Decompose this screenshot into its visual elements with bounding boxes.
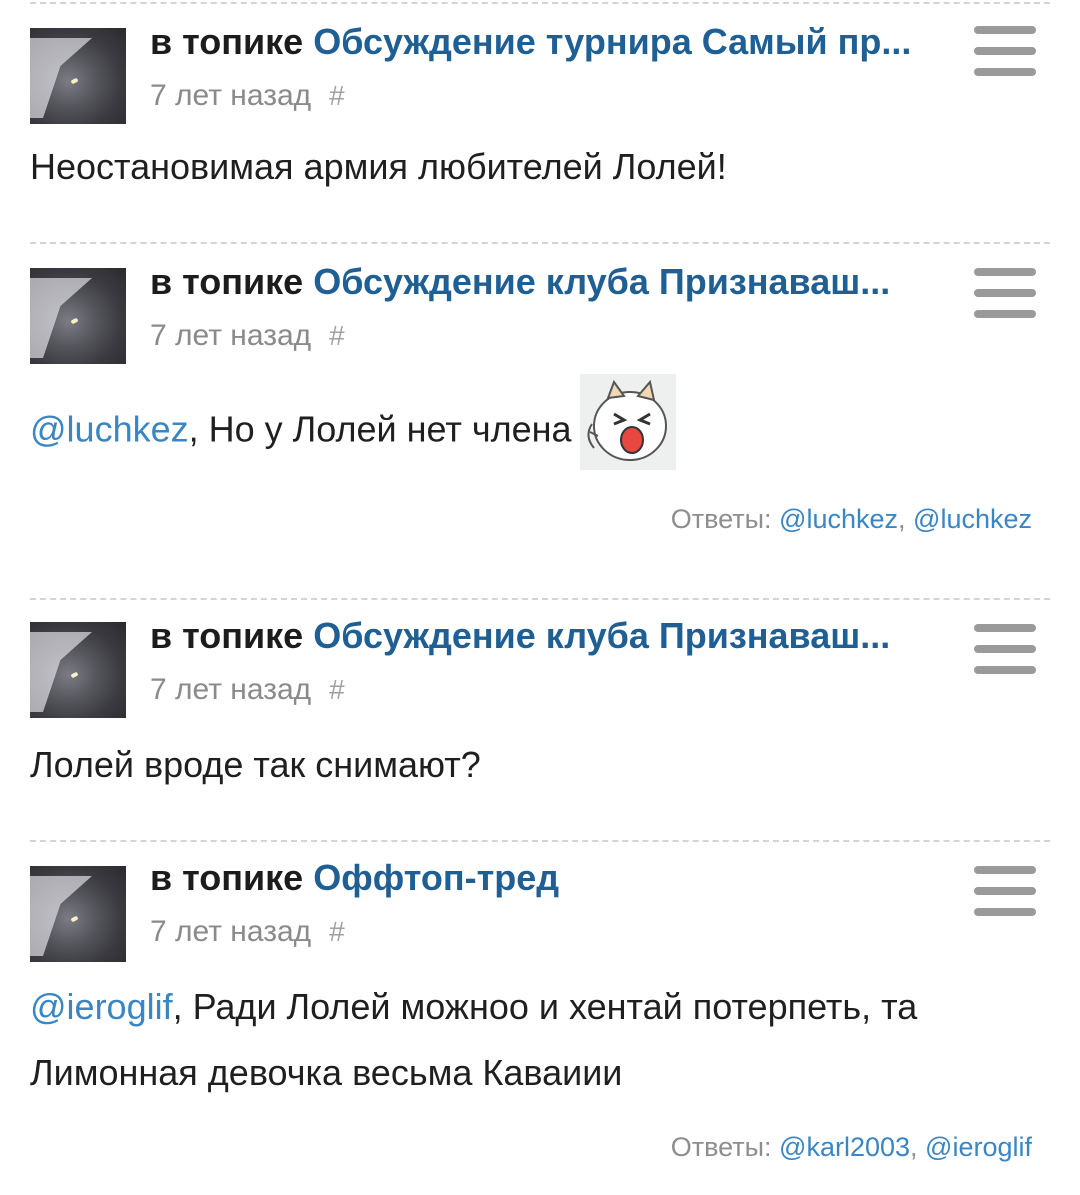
comment-body: Лолей вроде так снимают? [30, 744, 481, 785]
timestamp: 7 лет назад [150, 673, 312, 706]
permalink-hash[interactable]: # [329, 674, 345, 705]
comment-item: в топике Оффтоп-тред 7 лет назад # @ierog… [30, 840, 1050, 1192]
comment-item: в топике Обсуждение клуба Признаваш... 7… [30, 598, 1050, 842]
permalink-hash[interactable]: # [329, 320, 345, 351]
hamburger-menu-icon[interactable] [974, 26, 1036, 76]
comment-body: Неостановимая армия любителей Лолей! [30, 146, 727, 187]
avatar[interactable] [30, 28, 126, 124]
hamburger-menu-icon[interactable] [974, 268, 1036, 318]
topic-prefix: в топике [150, 857, 304, 898]
replies: Ответы: @luchkez, @luchkez [670, 504, 1032, 534]
comment-text: Лолей вроде так снимают? [30, 732, 1030, 798]
avatar[interactable] [30, 866, 126, 962]
reply-mention[interactable]: @luchkez [913, 504, 1032, 534]
crying-cat-emote-icon [579, 374, 676, 470]
timestamp: 7 лет назад [150, 915, 312, 948]
user-mention[interactable]: @luchkez [30, 409, 189, 450]
topic-prefix: в топике [150, 21, 304, 62]
comment-text: @luchkez, Но у Лолей нет члена [30, 374, 1030, 480]
comment-header: в топике Обсуждение клуба Признаваш... [150, 260, 940, 304]
comment-meta: 7 лет назад # [150, 318, 345, 354]
reply-mention[interactable]: @ieroglif [925, 1132, 1032, 1162]
topic-link[interactable]: Обсуждение клуба Признаваш... [313, 615, 890, 656]
avatar[interactable] [30, 268, 126, 364]
hamburger-menu-icon[interactable] [974, 866, 1036, 916]
permalink-hash[interactable]: # [329, 80, 345, 111]
comment-text: Неостановимая армия любителей Лолей! [30, 134, 1030, 200]
comment-body: , Но у Лолей нет члена [188, 408, 572, 450]
timestamp: 7 лет назад [150, 79, 312, 112]
hamburger-menu-icon[interactable] [974, 624, 1036, 674]
topic-link[interactable]: Оффтоп-тред [313, 857, 559, 898]
topic-prefix: в топике [150, 261, 304, 302]
topic-link[interactable]: Обсуждение клуба Признаваш... [313, 261, 890, 302]
comment-header: в топике Оффтоп-тред [150, 856, 940, 900]
comment-header: в топике Обсуждение турнира Самый пр... [150, 20, 940, 64]
timestamp: 7 лет назад [150, 319, 312, 352]
topic-prefix: в топике [150, 615, 304, 656]
comment-meta: 7 лет назад # [150, 672, 345, 708]
comment-meta: 7 лет назад # [150, 914, 345, 950]
avatar[interactable] [30, 622, 126, 718]
replies: Ответы: @karl2003, @ieroglif [670, 1132, 1032, 1162]
topic-link[interactable]: Обсуждение турнира Самый пр... [313, 21, 911, 62]
comment-header: в топике Обсуждение клуба Признаваш... [150, 614, 940, 658]
user-mention[interactable]: @ieroglif [30, 986, 173, 1027]
replies-label: Ответы: [670, 1132, 772, 1162]
comment-meta: 7 лет назад # [150, 78, 345, 114]
reply-mention[interactable]: @karl2003 [779, 1132, 910, 1162]
replies-label: Ответы: [670, 504, 772, 534]
comment-item: в топике Обсуждение турнира Самый пр... … [30, 2, 1050, 244]
permalink-hash[interactable]: # [329, 916, 345, 947]
comment-item: в топике Обсуждение клуба Признаваш... 7… [30, 242, 1050, 600]
comment-text: @ieroglif, Ради Лолей можноо и хентай по… [30, 974, 1030, 1106]
reply-mention[interactable]: @luchkez [779, 504, 898, 534]
